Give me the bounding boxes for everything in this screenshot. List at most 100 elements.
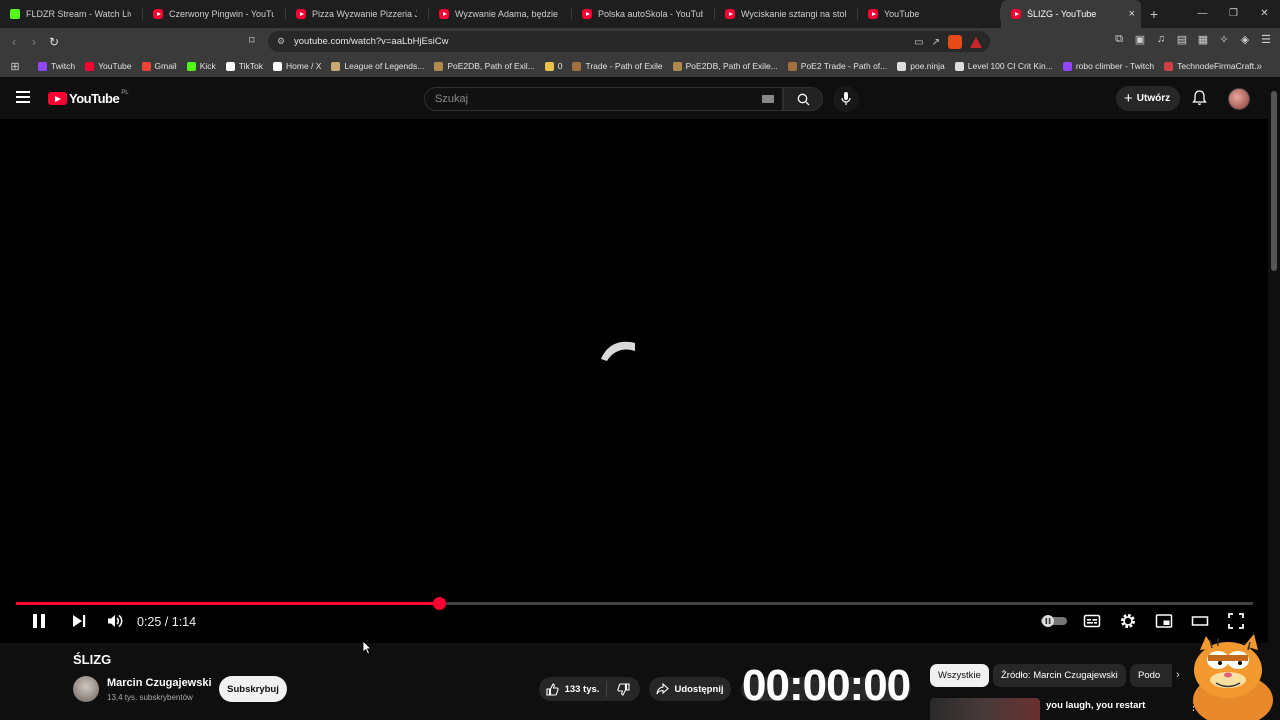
brave-shields-icon[interactable] <box>948 35 962 49</box>
close-tab-icon[interactable]: × <box>1129 8 1135 20</box>
site-info-icon[interactable]: ⚙ <box>277 36 285 47</box>
guide-menu-icon[interactable] <box>16 91 30 103</box>
browser-tab[interactable]: ŚLIZG - YouTube × <box>1001 0 1141 28</box>
bookmarks-more-button[interactable]: » <box>1256 61 1262 72</box>
youtube-logo[interactable]: YouTube PL <box>48 90 129 106</box>
miniplayer-icon[interactable] <box>1155 612 1173 630</box>
tab-title: Polska autoSkola - YouTube <box>598 9 703 19</box>
bookmark-label: 0 <box>557 61 563 71</box>
vpn-icon[interactable]: ◈ <box>1239 33 1251 46</box>
chip-related[interactable]: Podo <box>1130 664 1172 687</box>
bookmark-item[interactable]: PoE2 Trade - Path of... <box>787 61 887 71</box>
bookmark-item[interactable]: League of Legends... <box>331 61 424 71</box>
video-player[interactable]: 0:25 / 1:14 <box>0 119 1268 643</box>
search-input[interactable]: Szukaj <box>424 87 783 111</box>
youtube-icon <box>868 9 878 19</box>
theater-mode-icon[interactable] <box>1191 612 1209 630</box>
bookmark-favicon-icon <box>331 61 341 71</box>
youtube-play-icon <box>48 92 67 105</box>
apps-icon[interactable]: ⊞ <box>6 60 24 73</box>
bookmark-item[interactable]: PoE2DB, Path of Exile... <box>672 61 778 71</box>
bookmark-label: Trade - Path of Exile <box>585 61 663 71</box>
bookmark-item[interactable]: TikTok <box>225 61 263 71</box>
chip-scroll-right-icon[interactable]: › <box>1176 669 1180 681</box>
brave-rewards-icon[interactable] <box>970 36 982 48</box>
wallet-icon[interactable]: ▣ <box>1134 33 1146 46</box>
subscribe-button[interactable]: Subskrybuj <box>219 676 287 702</box>
bookmark-item[interactable]: TechnodeFirmaCraft... <box>1164 61 1261 71</box>
browser-tab[interactable]: YouTube <box>858 0 1001 28</box>
new-tab-button[interactable]: + <box>1141 6 1167 22</box>
close-window-icon[interactable]: ✕ <box>1249 0 1280 28</box>
bookmark-item[interactable]: Twitch <box>38 61 75 71</box>
bookmark-label: PoE2DB, Path of Exile... <box>685 61 778 71</box>
browser-tab[interactable]: Pizza Wyzwanie Pizzeria JOLAN <box>286 0 429 28</box>
fullscreen-icon[interactable] <box>1227 612 1245 630</box>
browser-tab[interactable]: Wyzwanie Adama, będzie reko <box>429 0 572 28</box>
scrollbar-thumb[interactable] <box>1271 91 1277 271</box>
channel-avatar[interactable] <box>73 676 99 702</box>
music-icon[interactable]: ♫ <box>1155 33 1167 46</box>
browser-tab[interactable]: Wyciskanie sztangi na stole FA <box>715 0 858 28</box>
keyboard-icon[interactable] <box>762 95 774 103</box>
chip-source-channel[interactable]: Źródło: Marcin Czugajewski <box>993 664 1126 687</box>
youtube-icon <box>296 9 306 19</box>
bookmark-label: Gmail <box>154 61 177 71</box>
browser-tab[interactable]: Polska autoSkola - YouTube <box>572 0 715 28</box>
bookmark-item[interactable]: robo climber - Twitch <box>1062 61 1154 71</box>
dislike-button[interactable] <box>607 682 640 696</box>
minimize-icon[interactable]: — <box>1187 0 1218 28</box>
bookmark-item[interactable]: poe.ninja <box>897 61 945 71</box>
account-avatar[interactable] <box>1228 88 1250 110</box>
extensions-icon[interactable]: ⧉ <box>1113 33 1125 46</box>
voice-search-button[interactable] <box>833 86 859 112</box>
share-button[interactable]: Udostępnij <box>649 677 731 701</box>
wallet-card-icon[interactable]: ▦ <box>1197 33 1209 46</box>
channel-name[interactable]: Marcin Czugajewski <box>107 677 212 689</box>
back-icon[interactable]: ‹ <box>4 35 24 49</box>
like-button[interactable]: 133 tys. <box>539 681 607 697</box>
recommended-thumbnail[interactable] <box>930 698 1040 720</box>
pause-icon[interactable] <box>30 612 48 630</box>
progress-bar[interactable] <box>16 597 1253 610</box>
chip-all[interactable]: Wszystkie <box>930 664 989 687</box>
notifications-bell-icon[interactable] <box>1192 90 1207 106</box>
bookmark-favicon-icon <box>544 61 554 71</box>
volume-icon[interactable] <box>106 612 124 630</box>
page-scrollbar[interactable] <box>1268 77 1280 720</box>
share-label: Udostępnij <box>674 683 724 695</box>
leo-ai-icon[interactable]: ✧ <box>1218 33 1230 46</box>
thumbs-down-icon <box>617 682 630 696</box>
extensions-bar: ⧉ ▣ ♫ ▤ ▦ ✧ ◈ ☰ <box>1113 33 1272 46</box>
browser-tab[interactable]: FLDZR Stream - Watch Live on <box>0 0 143 28</box>
cast-icon[interactable]: ▭ <box>914 37 923 48</box>
recommended-title[interactable]: you laugh, you restart <box>1046 700 1145 711</box>
sidebar-icon[interactable]: ▤ <box>1176 33 1188 46</box>
bookmark-item[interactable]: Trade - Path of Exile <box>572 61 663 71</box>
player-controls: 0:25 / 1:14 <box>0 609 1268 637</box>
youtube-icon <box>582 9 592 19</box>
bookmark-item[interactable]: Gmail <box>141 61 177 71</box>
create-button[interactable]: + Utwórz <box>1116 86 1180 111</box>
address-bar[interactable]: ⚙ youtube.com/watch?v=aaLbHjEsiCw ▭ ↗ <box>268 31 990 52</box>
autoplay-toggle-icon[interactable] <box>1040 614 1068 628</box>
menu-icon[interactable]: ☰ <box>1260 33 1272 46</box>
bookmark-icon[interactable]: ⌑ <box>249 34 255 47</box>
search-button[interactable] <box>783 87 823 111</box>
bookmark-favicon-icon <box>954 61 964 71</box>
subtitles-icon[interactable] <box>1083 612 1101 630</box>
share-page-icon[interactable]: ↗ <box>932 37 940 48</box>
bookmark-item[interactable]: YouTube <box>85 61 132 71</box>
bookmark-item[interactable]: Level 100 CI Crit Kin... <box>954 61 1053 71</box>
loading-spinner-icon <box>601 341 635 361</box>
bookmark-item[interactable]: 0 <box>544 61 563 71</box>
settings-gear-icon[interactable] <box>1119 612 1137 630</box>
bookmark-item[interactable]: Home / X <box>273 61 321 71</box>
reload-icon[interactable]: ↻ <box>44 35 64 49</box>
browser-tab[interactable]: Czerwony Pingwin - YouTube <box>143 0 286 28</box>
forward-icon[interactable]: › <box>24 35 44 49</box>
bookmark-item[interactable]: PoE2DB, Path of Exil... <box>434 61 535 71</box>
next-video-icon[interactable] <box>70 612 88 630</box>
restore-icon[interactable]: ❐ <box>1218 0 1249 28</box>
bookmark-item[interactable]: Kick <box>186 61 216 71</box>
